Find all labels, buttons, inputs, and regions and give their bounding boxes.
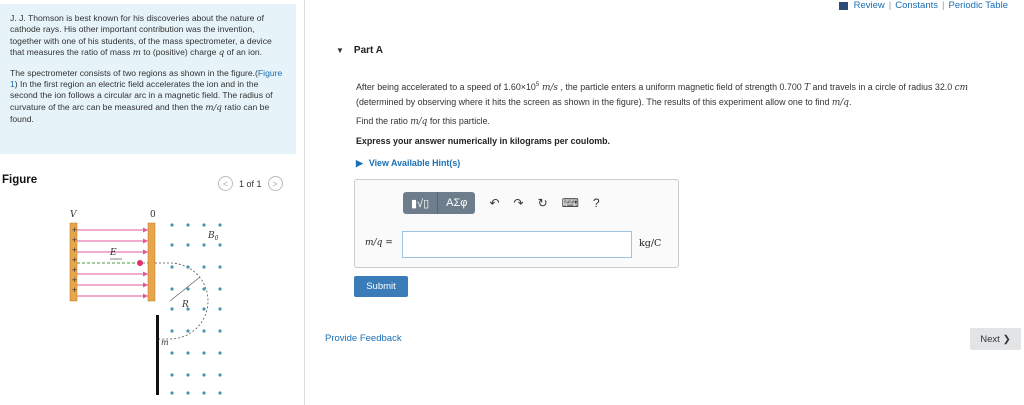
radius-line	[169, 276, 201, 302]
view-hints-link[interactable]: ▶ View Available Hint(s)	[356, 158, 460, 169]
next-button[interactable]: Next ❯	[970, 328, 1021, 350]
answer-label: m/q =	[365, 238, 393, 248]
answer-input[interactable]	[402, 231, 632, 258]
plus-signs: + + + + + + +	[72, 226, 78, 294]
templates-button[interactable]: ▮√▯	[403, 192, 439, 214]
undo-icon[interactable]: ↶	[489, 196, 499, 210]
left-panel: J. J. Thomson is best known for his disc…	[0, 0, 305, 405]
zero-label: 0	[150, 210, 156, 220]
math-toolbar: ▮√▯ ΑΣφ ↶ ↷ ↻ ⌨ ?	[403, 192, 600, 214]
provide-feedback-link[interactable]: Provide Feedback	[325, 333, 402, 344]
detector-screen	[156, 315, 159, 395]
intro-paragraph-2: The spectrometer consists of two regions…	[10, 67, 283, 125]
find-ratio-text: Find the ratio m/q for this particle.	[356, 116, 491, 127]
svg-text:+: +	[72, 256, 78, 264]
right-plate	[147, 222, 156, 302]
pager-text: 1 of 1	[239, 178, 262, 189]
review-icon	[838, 1, 848, 10]
part-label: Part A	[353, 45, 384, 56]
submit-button[interactable]: Submit	[354, 276, 408, 297]
top-links: Review | Constants | Periodic Table	[838, 0, 1008, 11]
v-label: V	[70, 210, 78, 220]
ion	[137, 260, 143, 266]
keyboard-icon[interactable]: ⌨	[562, 196, 579, 210]
prev-figure-button[interactable]: <	[218, 176, 233, 191]
svg-text:+: +	[72, 276, 78, 284]
answer-box: ▮√▯ ΑΣφ ↶ ↷ ↻ ⌨ ? m/q = kg/C	[354, 179, 679, 268]
question-text: After being accelerated to a speed of 1.…	[356, 81, 969, 108]
redo-icon[interactable]: ↷	[514, 196, 524, 210]
intro-box: J. J. Thomson is best known for his disc…	[0, 4, 296, 154]
svg-text:+: +	[72, 266, 78, 274]
spectrometer-figure: +++ +++ + E V 0 B0 R m	[69, 210, 222, 395]
b-label: B0	[207, 231, 219, 242]
review-link[interactable]: Review	[854, 0, 885, 11]
reset-icon[interactable]: ↻	[538, 196, 548, 210]
svg-text:+: +	[72, 236, 78, 244]
m-label: m	[161, 338, 169, 347]
figure-title: Figure	[2, 174, 38, 186]
magnetic-field-dots	[170, 223, 222, 395]
svg-text:+: +	[72, 226, 78, 234]
symbols-button[interactable]: ΑΣφ	[438, 192, 475, 214]
collapse-triangle-icon[interactable]: ▼	[336, 46, 344, 55]
svg-text:+: +	[72, 286, 78, 294]
intro-paragraph-1: J. J. Thomson is best known for his disc…	[10, 13, 272, 59]
chevron-right-icon: ❯	[1002, 333, 1011, 345]
part-a-header[interactable]: ▼ Part A	[336, 45, 383, 56]
next-figure-button[interactable]: >	[267, 176, 283, 191]
hint-triangle-icon: ▶	[356, 158, 363, 168]
figure-pager: < 1 of 1 >	[218, 176, 283, 191]
help-icon[interactable]: ?	[593, 196, 600, 210]
express-instruction: Express your answer numerically in kilog…	[356, 136, 611, 146]
constants-link[interactable]: Constants	[895, 0, 938, 11]
e-label: E	[109, 248, 117, 258]
svg-text:+: +	[72, 246, 78, 254]
answer-unit: kg/C	[639, 238, 662, 249]
toolbar-group: ▮√▯ ΑΣφ	[403, 192, 476, 214]
periodic-table-link[interactable]: Periodic Table	[948, 0, 1008, 11]
